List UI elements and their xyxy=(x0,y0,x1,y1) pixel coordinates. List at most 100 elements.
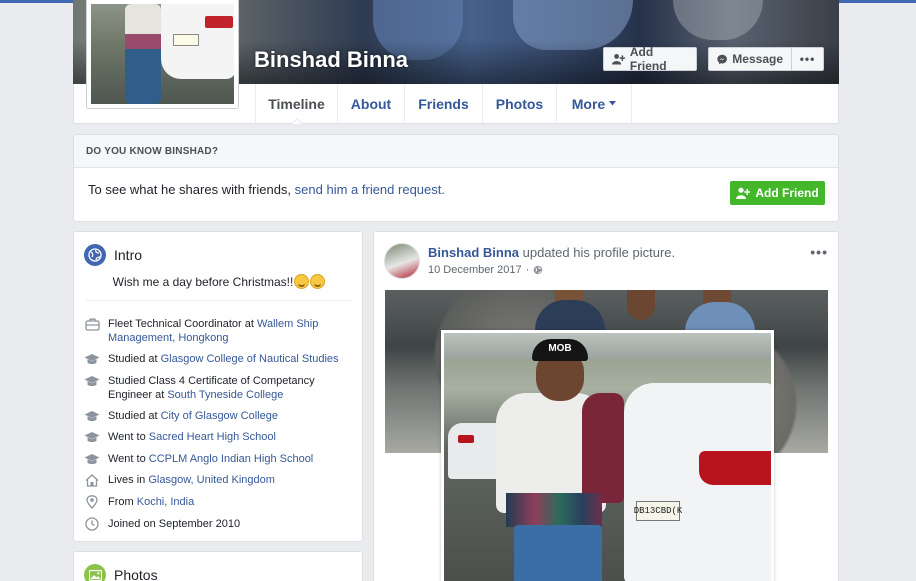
fact-link[interactable]: Glasgow College of Nautical Studies xyxy=(161,353,339,365)
more-dots-icon: ••• xyxy=(799,52,816,66)
prompt-text: To see what he shares with friends, send… xyxy=(88,182,445,197)
globe-icon xyxy=(84,244,106,266)
bio-text: Wish me a day before Christmas!! xyxy=(112,274,294,289)
graduation-cap-icon xyxy=(84,374,100,388)
fact-link[interactable]: Glasgow, United Kingdom xyxy=(148,474,275,486)
add-friend-green-label: Add Friend xyxy=(755,186,819,200)
add-friend-green-button[interactable]: Add Friend xyxy=(730,181,825,205)
fact-from: From Kochi, India xyxy=(84,495,354,509)
fact-education: Studied at Glasgow College of Nautical S… xyxy=(84,352,354,366)
friend-request-prompt: DO YOU KNOW BINSHAD? To see what he shar… xyxy=(73,134,839,222)
post-author-link[interactable]: Binshad Binna xyxy=(428,245,519,260)
graduation-cap-icon xyxy=(84,452,100,466)
fact-label: Studied at xyxy=(108,353,161,365)
fact-label: Went to xyxy=(108,453,149,465)
fact-label: Lives in xyxy=(108,474,149,486)
fact-lives: Lives in Glasgow, United Kingdom xyxy=(84,473,354,487)
photos-card: Photos xyxy=(73,551,363,581)
fact-label: Went to xyxy=(108,431,149,443)
post-separator: · xyxy=(525,264,530,276)
tab-about[interactable]: About xyxy=(338,84,405,123)
fact-work: Fleet Technical Coordinator at Wallem Sh… xyxy=(84,317,354,345)
fact-link[interactable]: South Tyneside College xyxy=(167,389,283,401)
caret-down-icon xyxy=(609,101,617,106)
person-jeans xyxy=(514,525,602,581)
profile-picture-image xyxy=(91,4,234,104)
car-lamp xyxy=(205,16,233,28)
fact-education: Studied at City of Glasgow College xyxy=(84,409,354,423)
profile-picture[interactable] xyxy=(86,0,239,109)
laughing-emoji-icon xyxy=(294,274,310,289)
fact-education: Studied Class 4 Certificate of Competanc… xyxy=(84,374,354,402)
profile-picture-image: DB13CBD(K MOB xyxy=(444,333,771,581)
fact-label: Fleet Technical Coordinator at xyxy=(108,318,257,330)
tab-label: Friends xyxy=(418,95,469,112)
fact-joined: Joined on September 2010 xyxy=(84,517,354,531)
fact-link[interactable]: Kochi, India xyxy=(137,496,194,508)
more-options-button[interactable]: ••• xyxy=(791,47,824,71)
add-friend-icon xyxy=(736,187,751,199)
car-plate xyxy=(173,34,199,46)
message-button[interactable]: Message xyxy=(708,47,792,71)
tab-label: More xyxy=(571,95,606,112)
post-photo[interactable]: DB13CBD(K MOB xyxy=(385,290,828,581)
post-author-avatar[interactable] xyxy=(384,243,420,279)
graduation-cap-icon xyxy=(84,409,100,423)
car-lamp xyxy=(458,435,474,443)
car-shape xyxy=(161,4,234,79)
fact-link[interactable]: City of Glasgow College xyxy=(161,410,278,422)
intro-card: Intro Wish me a day before Christmas!! F… xyxy=(73,231,363,542)
fact-text: Studied at Glasgow College of Nautical S… xyxy=(108,352,354,366)
profile-name[interactable]: Binshad Binna xyxy=(254,47,408,73)
prompt-heading: DO YOU KNOW BINSHAD? xyxy=(74,135,838,168)
messenger-icon xyxy=(717,54,727,64)
fact-text: Fleet Technical Coordinator at Wallem Sh… xyxy=(108,317,354,345)
photos-icon xyxy=(84,564,106,581)
photos-title: Photos xyxy=(114,567,158,581)
add-friend-button[interactable]: Add Friend xyxy=(603,45,697,73)
tab-label: Timeline xyxy=(268,95,325,112)
profile-picture-preview: DB13CBD(K MOB xyxy=(441,330,774,581)
post-action: updated his profile picture. xyxy=(519,245,676,260)
car-lamp xyxy=(699,451,771,485)
tab-photos[interactable]: Photos xyxy=(483,84,557,123)
home-icon xyxy=(84,473,100,487)
photo-detail xyxy=(627,290,655,320)
tab-label: About xyxy=(350,95,392,112)
tab-label: Photos xyxy=(495,95,544,112)
person-cap: MOB xyxy=(532,339,588,361)
tab-more[interactable]: More xyxy=(557,84,632,123)
clock-icon xyxy=(84,517,100,531)
fact-text: Joined on September 2010 xyxy=(108,517,354,531)
car-plate: DB13CBD(K xyxy=(634,501,682,521)
timeline-post: Binshad Binna updated his profile pictur… xyxy=(373,231,839,581)
tab-timeline[interactable]: Timeline xyxy=(255,84,338,124)
graduation-cap-icon xyxy=(84,430,100,444)
prompt-text-main: To see what he shares with friends, xyxy=(88,182,295,197)
fact-text: Studied at City of Glasgow College xyxy=(108,409,354,423)
intro-title: Intro xyxy=(114,247,143,263)
message-label: Message xyxy=(732,52,783,66)
fact-text: From Kochi, India xyxy=(108,495,354,509)
cover-photo-detail xyxy=(673,0,763,40)
add-friend-label: Add Friend xyxy=(629,45,667,73)
fact-text: Lives in Glasgow, United Kingdom xyxy=(108,473,354,487)
send-friend-request-link[interactable]: send him a friend request. xyxy=(295,182,445,197)
tab-friends[interactable]: Friends xyxy=(405,84,483,123)
post-options-button[interactable]: ••• xyxy=(810,244,828,260)
public-globe-icon[interactable] xyxy=(533,265,543,275)
fact-text: Went to Sacred Heart High School xyxy=(108,430,354,444)
add-friend-icon xyxy=(612,54,625,65)
fact-education: Went to Sacred Heart High School xyxy=(84,430,354,444)
fact-link[interactable]: Sacred Heart High School xyxy=(149,431,276,443)
location-pin-icon xyxy=(84,495,100,509)
person-shape xyxy=(125,4,161,104)
photos-header[interactable]: Photos xyxy=(84,564,158,581)
divider xyxy=(86,300,352,301)
active-tab-caret xyxy=(291,118,303,124)
fact-link[interactable]: CCPLM Anglo Indian High School xyxy=(149,453,313,465)
briefcase-icon xyxy=(84,317,100,331)
post-timestamp[interactable]: 10 December 2017 xyxy=(428,264,522,276)
fact-education: Went to CCPLM Anglo Indian High School xyxy=(84,452,354,466)
fact-label: Studied at xyxy=(108,410,161,422)
